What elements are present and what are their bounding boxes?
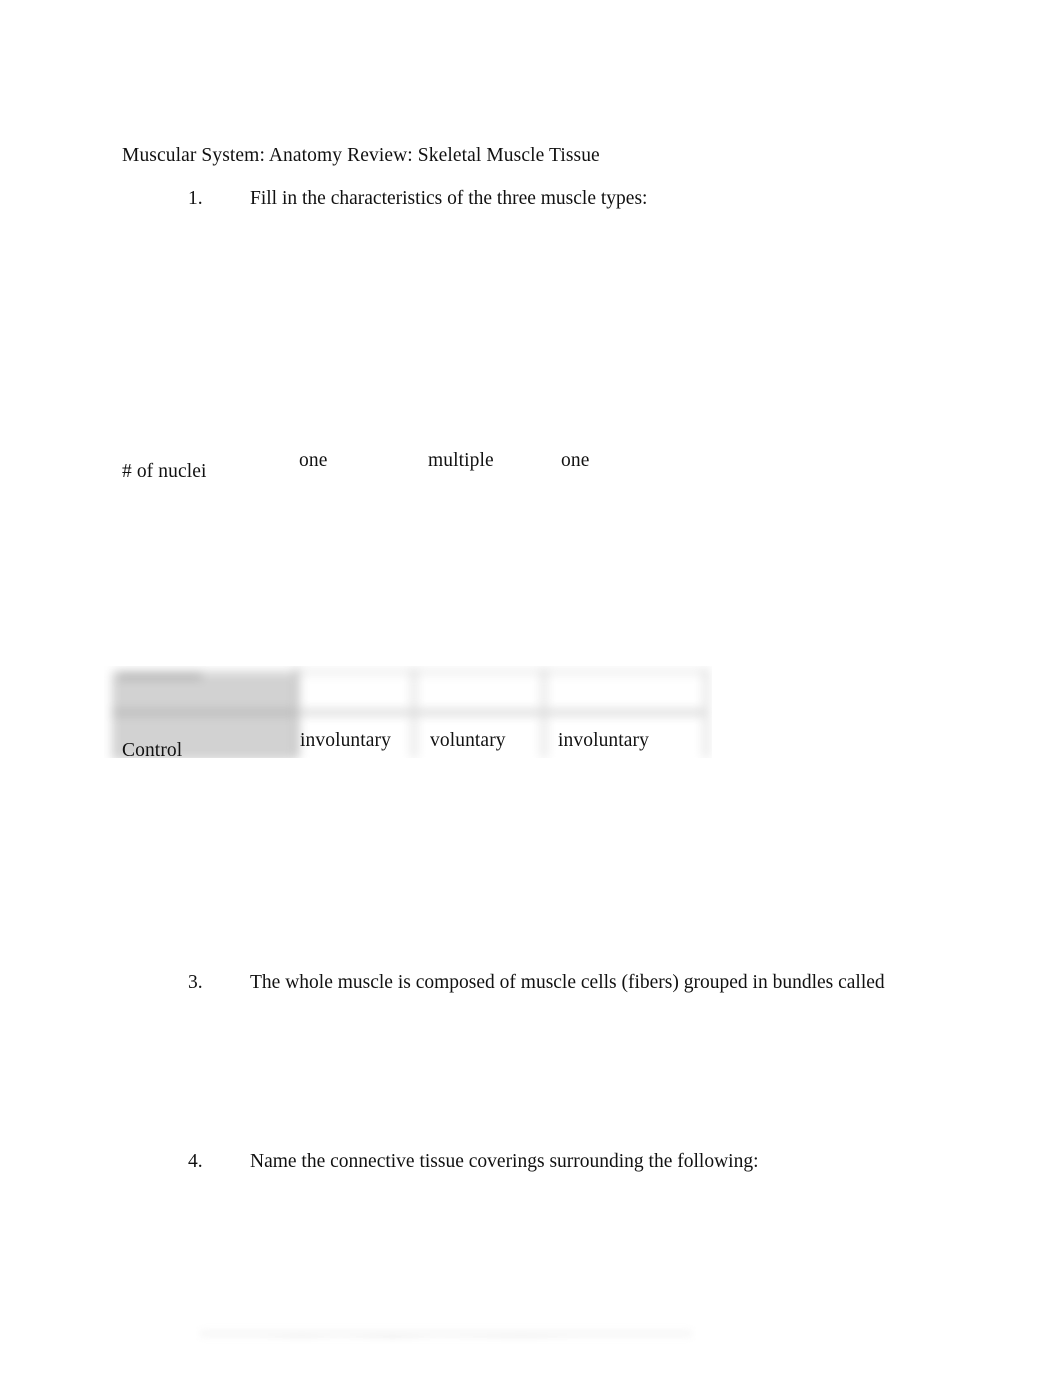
table-top-border	[112, 670, 708, 674]
list-item-number-3: 3.	[188, 972, 203, 993]
table-column-border-1	[295, 668, 299, 758]
list-item-number-1: 1.	[188, 188, 203, 209]
list-item-text-3: The whole muscle is composed of muscle c…	[250, 972, 885, 993]
table-cell-control-cardiac: involuntary	[558, 730, 650, 751]
list-item-text-4: Name the connective tissue coverings sur…	[250, 1151, 759, 1172]
table-cell-control-skeletal: voluntary	[430, 730, 506, 751]
list-item-text-1: Fill in the characteristics of the three…	[250, 188, 648, 209]
page-bottom-rule	[196, 1320, 696, 1348]
table-cell-control-smooth: involuntary	[300, 730, 392, 751]
document-page: Muscular System: Anatomy Review: Skeleta…	[0, 0, 1062, 1377]
page-title: Muscular System: Anatomy Review: Skeleta…	[122, 145, 600, 166]
table-column-border-2	[412, 668, 416, 758]
faint-rule-smudge	[256, 1335, 636, 1339]
table-cell-nuclei-skeletal: multiple	[428, 450, 494, 471]
table-column-border-3	[542, 668, 546, 758]
table-column-border-4	[704, 668, 708, 758]
table-row-border-shaded	[112, 710, 295, 715]
table-row-label-nuclei: # of nuclei	[122, 461, 207, 482]
table-row-label-control: Control	[122, 740, 183, 761]
list-item-number-4: 4.	[188, 1151, 203, 1172]
table-cell-nuclei-cardiac: one	[561, 450, 590, 471]
table-cell-nuclei-smooth: one	[299, 450, 328, 471]
